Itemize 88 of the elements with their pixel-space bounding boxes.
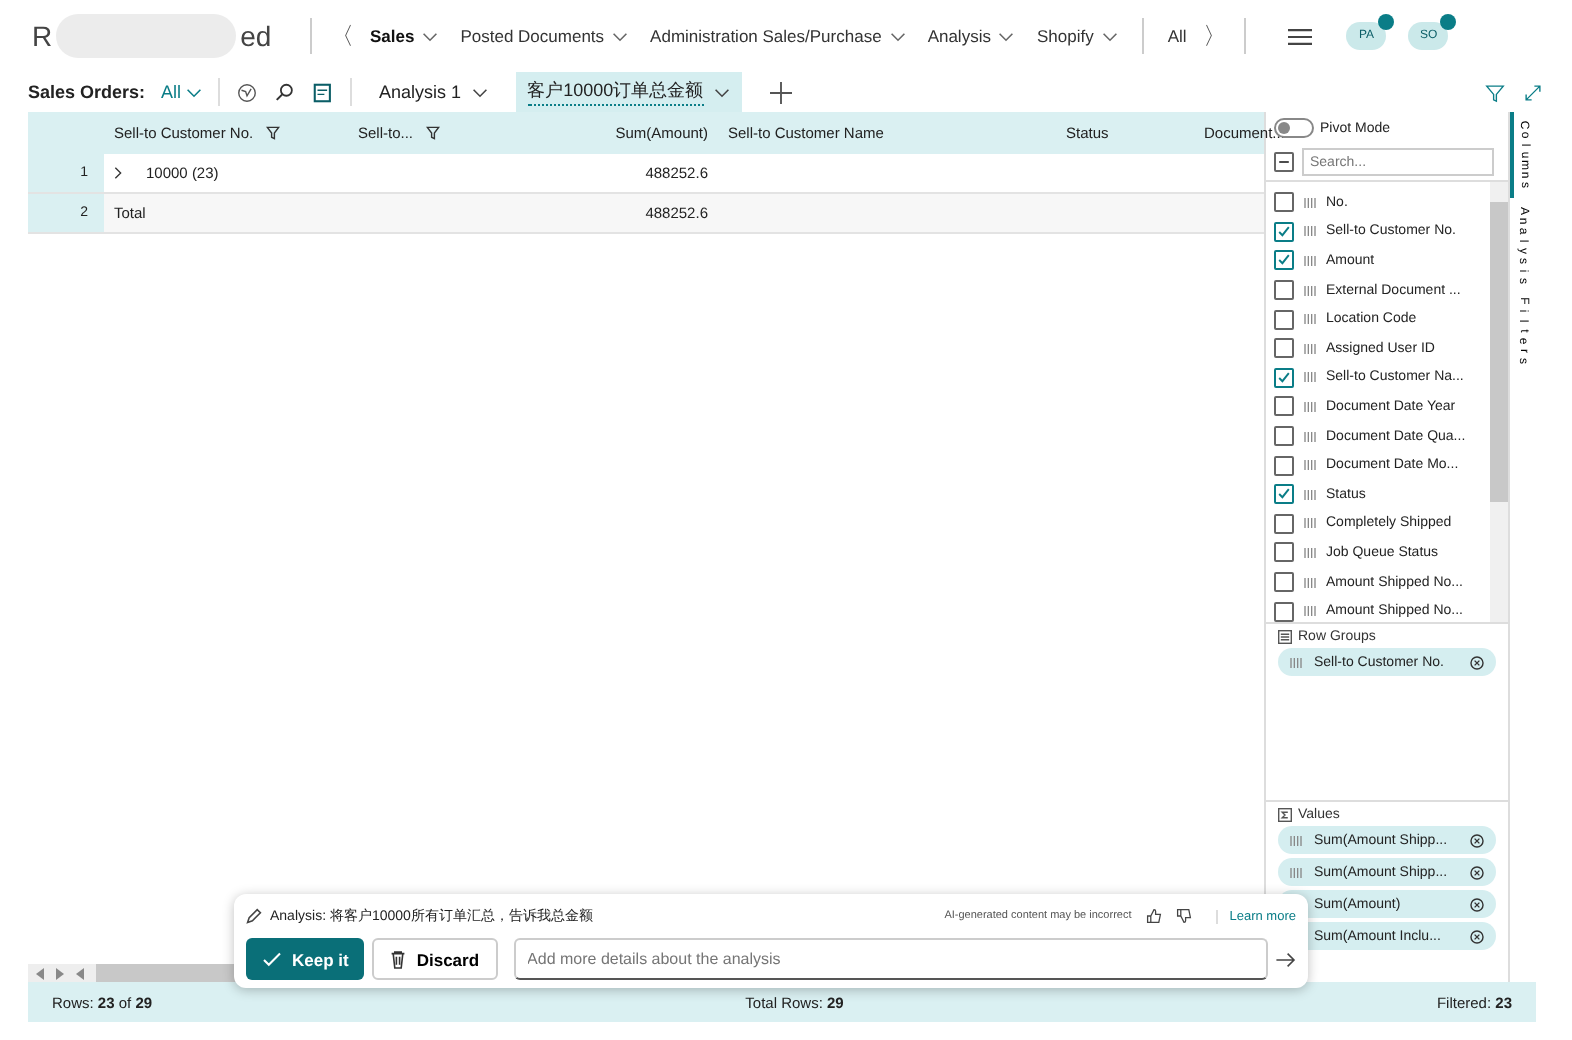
keep-button[interactable]: Keep it bbox=[246, 938, 365, 980]
page-title: ed bbox=[240, 20, 272, 52]
checkbox[interactable] bbox=[1274, 280, 1294, 301]
checkbox[interactable] bbox=[1274, 484, 1294, 505]
checkbox[interactable] bbox=[1274, 367, 1294, 388]
nav-menu[interactable]: Posted Documents bbox=[454, 26, 635, 46]
drag-handle-icon[interactable] bbox=[1304, 314, 1316, 325]
thumbs-up-icon[interactable] bbox=[1145, 908, 1162, 924]
chevron-icon bbox=[889, 31, 906, 41]
drag-handle-icon[interactable] bbox=[1304, 285, 1316, 296]
select-all-checkbox[interactable] bbox=[1274, 152, 1294, 172]
menu-icon[interactable] bbox=[1288, 27, 1313, 45]
drag-handle-icon[interactable] bbox=[1290, 657, 1302, 667]
drag-handle-icon[interactable] bbox=[1304, 606, 1316, 617]
forward-arrow[interactable]: 〉 bbox=[1202, 19, 1227, 53]
checkbox[interactable] bbox=[1274, 192, 1294, 213]
arrow-icon[interactable] bbox=[1276, 951, 1296, 967]
add-icon[interactable] bbox=[769, 81, 792, 103]
checkbox[interactable] bbox=[1274, 542, 1294, 563]
chevron-icon bbox=[471, 87, 488, 97]
trash-icon bbox=[390, 949, 407, 969]
checkbox[interactable] bbox=[1274, 513, 1294, 534]
drag-handle-icon[interactable] bbox=[1304, 401, 1316, 412]
globe-icon[interactable] bbox=[235, 81, 258, 103]
scroll-left-icon[interactable] bbox=[76, 967, 84, 979]
filter-dropdown[interactable]: All bbox=[161, 82, 202, 102]
drag-handle-icon[interactable] bbox=[1304, 372, 1316, 383]
checkbox[interactable] bbox=[1274, 601, 1294, 622]
drag-handle-icon[interactable] bbox=[1290, 867, 1302, 877]
remove-icon[interactable] bbox=[1470, 865, 1485, 879]
drag-handle-icon[interactable] bbox=[1304, 197, 1316, 208]
chevron-icon bbox=[713, 87, 730, 97]
drag-handle-icon[interactable] bbox=[1304, 460, 1316, 471]
drag-handle-icon[interactable] bbox=[1304, 489, 1316, 500]
filter-icon[interactable] bbox=[425, 126, 440, 140]
discard-button[interactable]: Discard bbox=[372, 938, 498, 980]
checkbox[interactable] bbox=[1274, 221, 1294, 242]
sigma-icon bbox=[1278, 808, 1292, 822]
list-label: Sales Orders: bbox=[28, 82, 146, 102]
check-icon bbox=[262, 951, 282, 967]
chevron-icon bbox=[1101, 31, 1118, 41]
plus-badge-icon bbox=[1440, 14, 1457, 30]
checkbox[interactable] bbox=[1274, 250, 1294, 271]
remove-icon[interactable] bbox=[1470, 655, 1485, 669]
checkbox[interactable] bbox=[1274, 309, 1294, 330]
filter-icon[interactable] bbox=[265, 126, 280, 140]
analysis-tab[interactable]: 客户10000订单总金额 bbox=[515, 72, 742, 112]
remove-icon[interactable] bbox=[1470, 897, 1485, 911]
pencil-icon bbox=[246, 908, 262, 924]
drag-handle-icon[interactable] bbox=[1304, 226, 1316, 237]
page-title: R bbox=[32, 20, 53, 52]
drag-handle-icon[interactable] bbox=[1290, 835, 1302, 845]
checkbox[interactable] bbox=[1274, 572, 1294, 593]
drag-handle-icon[interactable] bbox=[1304, 343, 1316, 354]
nav-menu[interactable]: Sales bbox=[364, 26, 445, 46]
row-groups-icon bbox=[1278, 630, 1292, 644]
chevron-icon bbox=[422, 31, 439, 41]
back-arrow[interactable]: 〈 bbox=[330, 19, 354, 53]
plus-badge-icon bbox=[1378, 14, 1395, 30]
filter-icon[interactable] bbox=[1484, 81, 1506, 103]
nav-menu[interactable]: Shopify bbox=[1030, 26, 1124, 46]
remove-icon[interactable] bbox=[1470, 833, 1485, 847]
expand-chevron-icon[interactable] bbox=[114, 166, 122, 180]
drag-handle-icon[interactable] bbox=[1304, 547, 1316, 558]
scroll-left-icon[interactable] bbox=[36, 967, 44, 979]
scroll-right-icon[interactable] bbox=[56, 967, 64, 979]
remove-icon[interactable] bbox=[1470, 929, 1485, 943]
analysis-tab[interactable]: Analysis 1 bbox=[367, 72, 500, 112]
drag-handle-icon[interactable] bbox=[1304, 431, 1316, 442]
checkbox[interactable] bbox=[1274, 455, 1294, 476]
scrollbar[interactable] bbox=[1490, 182, 1509, 622]
expand-icon[interactable] bbox=[1522, 81, 1544, 103]
drag-handle-icon[interactable] bbox=[1304, 577, 1316, 588]
chevron-icon bbox=[998, 31, 1015, 41]
chevron-icon bbox=[612, 31, 629, 41]
nav-menu[interactable]: Analysis bbox=[921, 26, 1021, 46]
input-field[interactable]: Add more details about the analysis bbox=[513, 938, 1268, 980]
sheet-icon[interactable] bbox=[311, 81, 334, 103]
drag-handle-icon[interactable] bbox=[1304, 255, 1316, 266]
nav-menu[interactable]: Administration Sales/Purchase bbox=[644, 26, 912, 46]
search-icon[interactable] bbox=[273, 81, 296, 103]
all-menu[interactable]: All bbox=[1161, 26, 1193, 46]
checkbox[interactable] bbox=[1274, 338, 1294, 359]
drag-handle-icon[interactable] bbox=[1304, 518, 1316, 529]
checkbox[interactable] bbox=[1274, 426, 1294, 447]
thumbs-down-icon[interactable] bbox=[1175, 908, 1192, 924]
checkbox[interactable] bbox=[1274, 396, 1294, 417]
chevron-icon bbox=[185, 87, 202, 97]
